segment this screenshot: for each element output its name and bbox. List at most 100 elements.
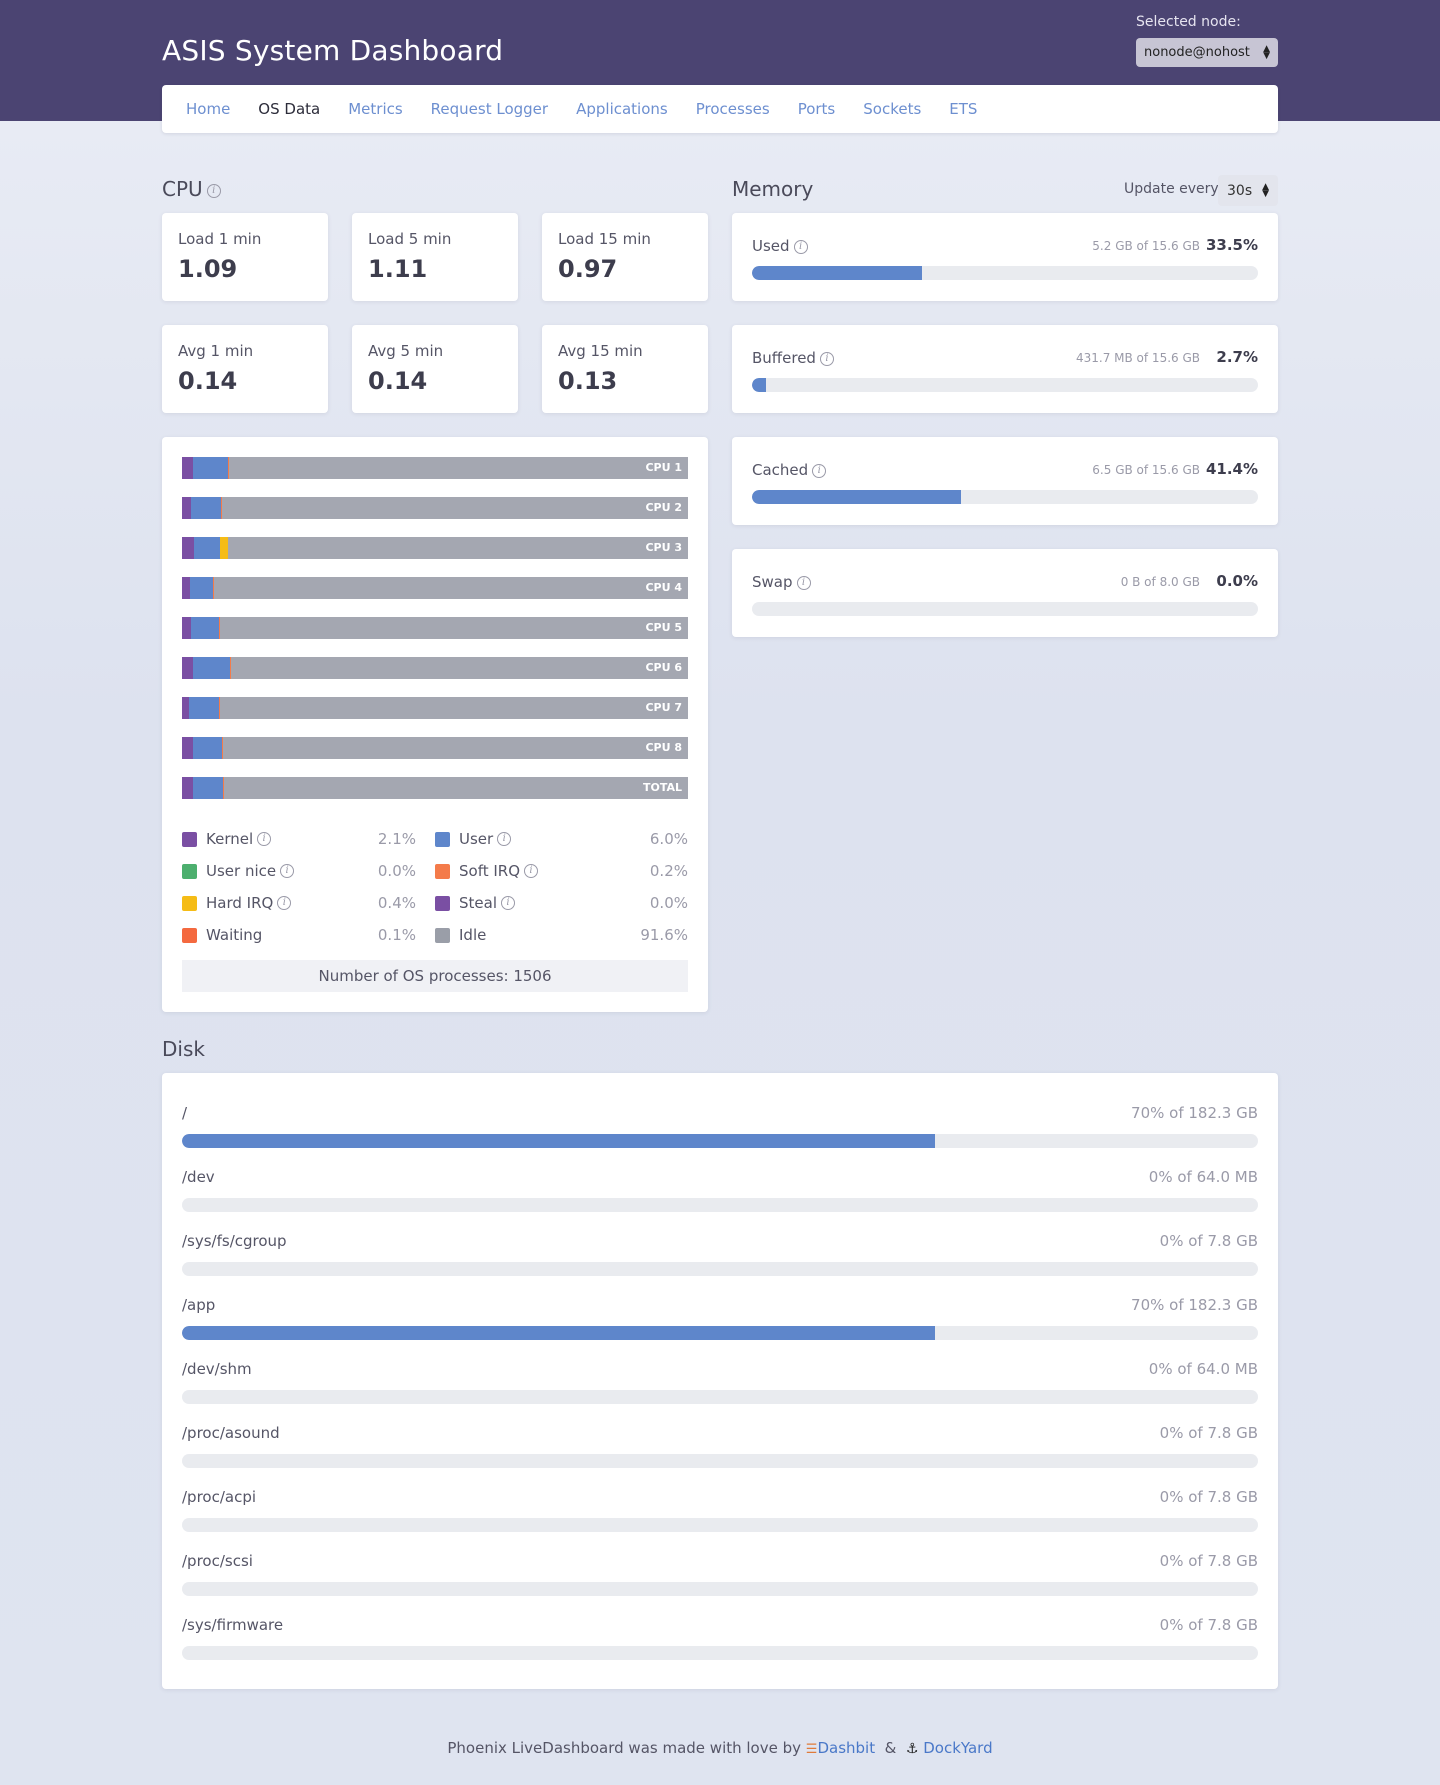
legend-label: User nice [206,862,277,880]
stat-value: 1.11 [368,255,428,283]
nav-ets[interactable]: ETS [949,100,977,118]
cpu-usage-card: CPU 1 CPU 2 CPU 3 CPU 4 CPU 5 CPU 6 CPU 7 CPU 8… [162,437,708,1012]
cpu-bar: TOTAL [182,777,688,799]
progress-fill [182,1134,936,1148]
disk-usage: 0% of 7.8 GB [1159,1488,1258,1506]
memory-percent: 33.5% [1205,236,1258,254]
info-icon[interactable]: i [497,832,512,846]
nav-ports[interactable]: Ports [798,100,836,118]
disk-mount: /dev/shm [182,1360,252,1378]
footer-text: Phoenix LiveDashboard was made with love… [447,1739,802,1757]
nav-os-data[interactable]: OS Data [258,100,320,118]
cpu-bar-label: CPU 2 [645,501,682,514]
node-select[interactable]: nonode@nohost ▲ ▼ [1136,38,1278,67]
disk-progress [182,1390,1258,1404]
nav-request-logger[interactable]: Request Logger [431,100,548,118]
footer-amp: & [884,1739,897,1757]
info-icon[interactable]: i [501,896,515,910]
legend-kernel: Kernel i 2.1% [182,830,435,848]
legend-row: User nice i 0.0% Soft IRQ i 0.2% [182,855,688,887]
info-icon[interactable]: i [277,896,292,910]
update-interval-select[interactable]: 30s ▲ ▼ [1218,175,1278,206]
nav-processes[interactable]: Processes [696,100,770,118]
cpu-bar-label: CPU 5 [645,621,682,634]
footer: Phoenix LiveDashboard was made with love… [0,1739,1440,1757]
memory-label-wrap: Cached i [752,461,827,479]
disk-usage: 0% of 7.8 GB [1159,1552,1258,1570]
progress-fill [752,266,922,280]
cpu-bars: CPU 1 CPU 2 CPU 3 CPU 4 CPU 5 CPU 6 CPU 7 CPU 8… [182,457,688,817]
memory-label-wrap: Used i [752,237,808,255]
cpu-bar: CPU 6 [182,657,688,679]
cpu-segment-kernel [182,777,193,799]
cpu-legend: Kernel i 2.1% User i 6.0% User nice i 0.0% … [182,823,688,951]
disk-mount: /proc/acpi [182,1488,257,1506]
stat-card-avg-1: Avg 1 min 0.14 [162,325,328,413]
disk-mount: / [182,1104,188,1122]
memory-used-card: Used i 5.2 GB of 15.6 GB 33.5% [732,213,1278,301]
memory-label: Swap [752,573,793,591]
legend-label: Kernel [206,830,254,848]
disk-usage: 0% of 7.8 GB [1159,1232,1258,1250]
legend-pct: 0.0% [377,862,416,880]
info-icon[interactable]: i [257,832,272,846]
cpu-section-title: CPU i [162,177,221,201]
info-icon[interactable]: i [524,864,539,878]
legend-pct: 6.0% [649,830,688,848]
disk-progress [182,1582,1258,1596]
nav-sockets[interactable]: Sockets [863,100,921,118]
cpu-segment-user [192,457,228,479]
progress-fill [752,490,962,504]
cpu-bar-label: CPU 1 [645,461,682,474]
stat-value: 0.97 [558,255,618,283]
disk-progress [182,1198,1258,1212]
legend-label: Idle [459,926,487,944]
cpu-bar-label: CPU 3 [645,541,682,554]
cpu-segment-soft-irq [212,577,214,599]
dashbit-link[interactable]: Dashbit [817,1739,875,1757]
memory-label: Used [752,237,790,255]
info-icon[interactable]: i [280,864,295,878]
info-icon[interactable]: i [793,239,808,254]
legend-pct: 2.1% [377,830,416,848]
disk-mount: /sys/firmware [182,1616,284,1634]
disk-usage: 0% of 7.8 GB [1159,1424,1258,1442]
info-icon[interactable]: i [796,575,811,590]
legend-row: Hard IRQ i 0.4% Steal i 0.0% [182,887,688,919]
dockyard-link[interactable]: DockYard [923,1739,992,1757]
cpu-bar-label: CPU 7 [645,701,682,714]
cpu-segment-kernel [182,537,194,559]
info-icon[interactable]: i [819,351,834,366]
swatch [182,895,197,911]
info-icon[interactable]: i [812,463,827,478]
update-interval-value: 30s [1227,182,1253,199]
cpu-bar: CPU 5 [182,617,688,639]
memory-buffered-card: Buffered i 431.7 MB of 15.6 GB 2.7% [732,325,1278,413]
legend-user-nice: User nice i 0.0% [182,862,435,880]
disk-usage: 0% of 64.0 MB [1148,1360,1258,1378]
nav-home[interactable]: Home [186,100,230,118]
info-icon[interactable]: i [206,183,221,198]
stat-card-load-5: Load 5 min 1.11 [352,213,518,301]
nav-applications[interactable]: Applications [576,100,668,118]
disk-mount: /dev [182,1168,215,1186]
cpu-segment-hard-irq [219,537,229,559]
app-title: ASIS System Dashboard [162,34,504,67]
stat-label: Avg 1 min [178,342,254,360]
disk-progress [182,1646,1258,1660]
swatch [182,927,197,943]
memory-label: Buffered [752,349,816,367]
memory-percent: 41.4% [1205,460,1258,478]
swatch [435,895,450,911]
nav-metrics[interactable]: Metrics [348,100,402,118]
legend-label: User [459,830,494,848]
swatch [182,831,197,847]
cpu-bar: CPU 1 [182,457,688,479]
select-arrows-icon: ▲ ▼ [1262,181,1269,199]
swatch [435,831,450,847]
cpu-segment-kernel [182,657,193,679]
cpu-bar-label: CPU 6 [645,661,682,674]
legend-row: Waiting 0.1% Idle 91.6% [182,919,688,951]
stat-label: Avg 5 min [368,342,444,360]
disk-usage: 0% of 7.8 GB [1159,1616,1258,1634]
